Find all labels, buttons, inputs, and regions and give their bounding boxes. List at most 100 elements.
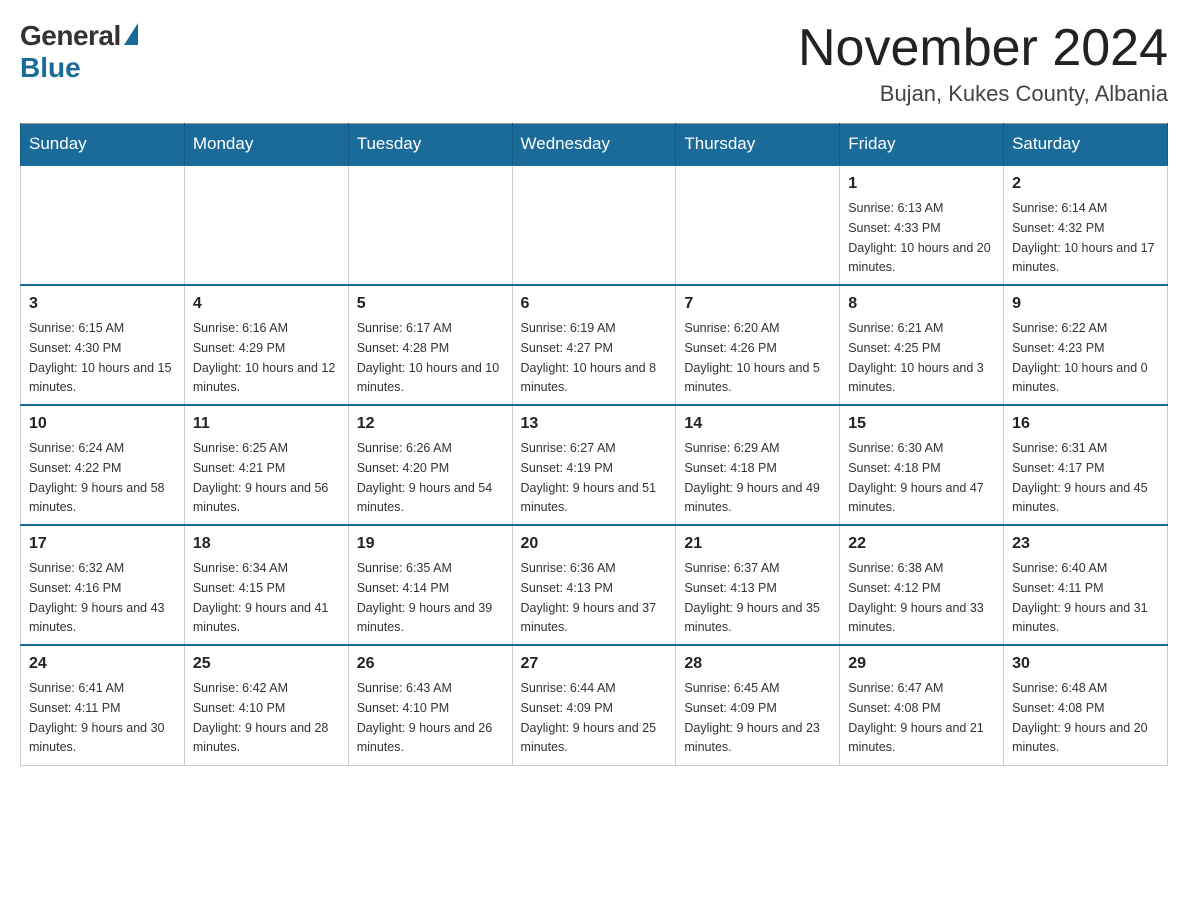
- page-subtitle: Bujan, Kukes County, Albania: [798, 81, 1168, 107]
- day-number: 15: [848, 412, 995, 436]
- calendar-cell: 30Sunrise: 6:48 AMSunset: 4:08 PMDayligh…: [1004, 645, 1168, 765]
- day-info: Sunrise: 6:31 AMSunset: 4:17 PMDaylight:…: [1012, 441, 1148, 514]
- logo-blue-text: Blue: [20, 52, 138, 84]
- day-number: 28: [684, 652, 831, 676]
- day-info: Sunrise: 6:22 AMSunset: 4:23 PMDaylight:…: [1012, 321, 1148, 394]
- calendar-cell: 26Sunrise: 6:43 AMSunset: 4:10 PMDayligh…: [348, 645, 512, 765]
- day-info: Sunrise: 6:27 AMSunset: 4:19 PMDaylight:…: [521, 441, 657, 514]
- day-info: Sunrise: 6:25 AMSunset: 4:21 PMDaylight:…: [193, 441, 329, 514]
- calendar-cell: 12 Sunrise: 6:26 AMSunset: 4:20 PMDayligh…: [348, 405, 512, 525]
- weekday-header-sunday: Sunday: [21, 124, 185, 166]
- day-info: Sunrise: 6:14 AMSunset: 4:32 PMDaylight:…: [1012, 201, 1154, 274]
- calendar-cell: 18 Sunrise: 6:34 AMSunset: 4:15 PMDayligh…: [184, 525, 348, 645]
- day-number: 25: [193, 652, 340, 676]
- logo: General Blue: [20, 20, 138, 84]
- day-number: 13: [521, 412, 668, 436]
- calendar-cell: 14 Sunrise: 6:29 AMSunset: 4:18 PMDayligh…: [676, 405, 840, 525]
- calendar-cell: 29 Sunrise: 6:47 AMSunset: 4:08 PMDayligh…: [840, 645, 1004, 765]
- day-info: Sunrise: 6:44 AMSunset: 4:09 PMDaylight:…: [521, 681, 657, 754]
- page-header: General Blue November 2024 Bujan, Kukes …: [20, 20, 1168, 107]
- day-info: Sunrise: 6:47 AMSunset: 4:08 PMDaylight:…: [848, 681, 984, 754]
- calendar-cell: 23 Sunrise: 6:40 AMSunset: 4:11 PMDayligh…: [1004, 525, 1168, 645]
- weekday-header-tuesday: Tuesday: [348, 124, 512, 166]
- day-info: Sunrise: 6:41 AMSunset: 4:11 PMDaylight:…: [29, 681, 165, 754]
- calendar-cell: 28 Sunrise: 6:45 AMSunset: 4:09 PMDayligh…: [676, 645, 840, 765]
- calendar-cell: 3 Sunrise: 6:15 AMSunset: 4:30 PMDaylight…: [21, 285, 185, 405]
- calendar-cell: 20 Sunrise: 6:36 AMSunset: 4:13 PMDayligh…: [512, 525, 676, 645]
- day-number: 19: [357, 532, 504, 556]
- day-info: Sunrise: 6:16 AMSunset: 4:29 PMDaylight:…: [193, 321, 335, 394]
- day-info: Sunrise: 6:13 AMSunset: 4:33 PMDaylight:…: [848, 201, 990, 274]
- calendar-cell: [676, 165, 840, 285]
- day-info: Sunrise: 6:42 AMSunset: 4:10 PMDaylight:…: [193, 681, 329, 754]
- day-number: 30: [1012, 652, 1159, 676]
- day-number: 6: [521, 292, 668, 316]
- calendar-cell: 13 Sunrise: 6:27 AMSunset: 4:19 PMDayligh…: [512, 405, 676, 525]
- day-number: 27: [521, 652, 668, 676]
- day-number: 14: [684, 412, 831, 436]
- calendar-cell: 24Sunrise: 6:41 AMSunset: 4:11 PMDayligh…: [21, 645, 185, 765]
- day-number: 29: [848, 652, 995, 676]
- calendar-cell: [184, 165, 348, 285]
- day-number: 2: [1012, 172, 1159, 196]
- week-row-2: 3 Sunrise: 6:15 AMSunset: 4:30 PMDaylight…: [21, 285, 1168, 405]
- calendar-cell: 11 Sunrise: 6:25 AMSunset: 4:21 PMDayligh…: [184, 405, 348, 525]
- calendar-cell: 4Sunrise: 6:16 AMSunset: 4:29 PMDaylight…: [184, 285, 348, 405]
- calendar-cell: [512, 165, 676, 285]
- weekday-header-friday: Friday: [840, 124, 1004, 166]
- day-info: Sunrise: 6:17 AMSunset: 4:28 PMDaylight:…: [357, 321, 499, 394]
- calendar-cell: 27 Sunrise: 6:44 AMSunset: 4:09 PMDayligh…: [512, 645, 676, 765]
- week-row-3: 10 Sunrise: 6:24 AMSunset: 4:22 PMDayligh…: [21, 405, 1168, 525]
- calendar-cell: [348, 165, 512, 285]
- day-info: Sunrise: 6:35 AMSunset: 4:14 PMDaylight:…: [357, 561, 493, 634]
- day-info: Sunrise: 6:45 AMSunset: 4:09 PMDaylight:…: [684, 681, 820, 754]
- calendar-cell: 7 Sunrise: 6:20 AMSunset: 4:26 PMDaylight…: [676, 285, 840, 405]
- day-number: 3: [29, 292, 176, 316]
- week-row-4: 17 Sunrise: 6:32 AMSunset: 4:16 PMDayligh…: [21, 525, 1168, 645]
- calendar-cell: 25 Sunrise: 6:42 AMSunset: 4:10 PMDayligh…: [184, 645, 348, 765]
- day-number: 18: [193, 532, 340, 556]
- calendar-cell: [21, 165, 185, 285]
- day-number: 10: [29, 412, 176, 436]
- weekday-header-row: SundayMondayTuesdayWednesdayThursdayFrid…: [21, 124, 1168, 166]
- day-number: 20: [521, 532, 668, 556]
- day-number: 9: [1012, 292, 1159, 316]
- logo-triangle-icon: [124, 23, 138, 45]
- day-info: Sunrise: 6:24 AMSunset: 4:22 PMDaylight:…: [29, 441, 165, 514]
- calendar-cell: 2 Sunrise: 6:14 AMSunset: 4:32 PMDaylight…: [1004, 165, 1168, 285]
- calendar-cell: 6Sunrise: 6:19 AMSunset: 4:27 PMDaylight…: [512, 285, 676, 405]
- day-info: Sunrise: 6:40 AMSunset: 4:11 PMDaylight:…: [1012, 561, 1148, 634]
- day-info: Sunrise: 6:36 AMSunset: 4:13 PMDaylight:…: [521, 561, 657, 634]
- day-number: 7: [684, 292, 831, 316]
- day-info: Sunrise: 6:15 AMSunset: 4:30 PMDaylight:…: [29, 321, 171, 394]
- weekday-header-wednesday: Wednesday: [512, 124, 676, 166]
- weekday-header-saturday: Saturday: [1004, 124, 1168, 166]
- logo-general-text: General: [20, 20, 121, 52]
- day-number: 12: [357, 412, 504, 436]
- day-info: Sunrise: 6:38 AMSunset: 4:12 PMDaylight:…: [848, 561, 984, 634]
- day-info: Sunrise: 6:20 AMSunset: 4:26 PMDaylight:…: [684, 321, 820, 394]
- week-row-1: 1 Sunrise: 6:13 AMSunset: 4:33 PMDaylight…: [21, 165, 1168, 285]
- calendar-cell: 9 Sunrise: 6:22 AMSunset: 4:23 PMDaylight…: [1004, 285, 1168, 405]
- day-number: 21: [684, 532, 831, 556]
- calendar-cell: 8Sunrise: 6:21 AMSunset: 4:25 PMDaylight…: [840, 285, 1004, 405]
- day-info: Sunrise: 6:29 AMSunset: 4:18 PMDaylight:…: [684, 441, 820, 514]
- day-info: Sunrise: 6:34 AMSunset: 4:15 PMDaylight:…: [193, 561, 329, 634]
- calendar-cell: 21Sunrise: 6:37 AMSunset: 4:13 PMDayligh…: [676, 525, 840, 645]
- day-number: 1: [848, 172, 995, 196]
- day-number: 16: [1012, 412, 1159, 436]
- page-title: November 2024: [798, 20, 1168, 77]
- day-number: 11: [193, 412, 340, 436]
- day-info: Sunrise: 6:32 AMSunset: 4:16 PMDaylight:…: [29, 561, 165, 634]
- day-info: Sunrise: 6:43 AMSunset: 4:10 PMDaylight:…: [357, 681, 493, 754]
- day-number: 23: [1012, 532, 1159, 556]
- day-number: 17: [29, 532, 176, 556]
- weekday-header-monday: Monday: [184, 124, 348, 166]
- calendar-cell: 22 Sunrise: 6:38 AMSunset: 4:12 PMDayligh…: [840, 525, 1004, 645]
- calendar-cell: 15Sunrise: 6:30 AMSunset: 4:18 PMDayligh…: [840, 405, 1004, 525]
- calendar-cell: 1 Sunrise: 6:13 AMSunset: 4:33 PMDaylight…: [840, 165, 1004, 285]
- day-number: 22: [848, 532, 995, 556]
- calendar-cell: 19 Sunrise: 6:35 AMSunset: 4:14 PMDayligh…: [348, 525, 512, 645]
- day-info: Sunrise: 6:26 AMSunset: 4:20 PMDaylight:…: [357, 441, 493, 514]
- day-info: Sunrise: 6:21 AMSunset: 4:25 PMDaylight:…: [848, 321, 984, 394]
